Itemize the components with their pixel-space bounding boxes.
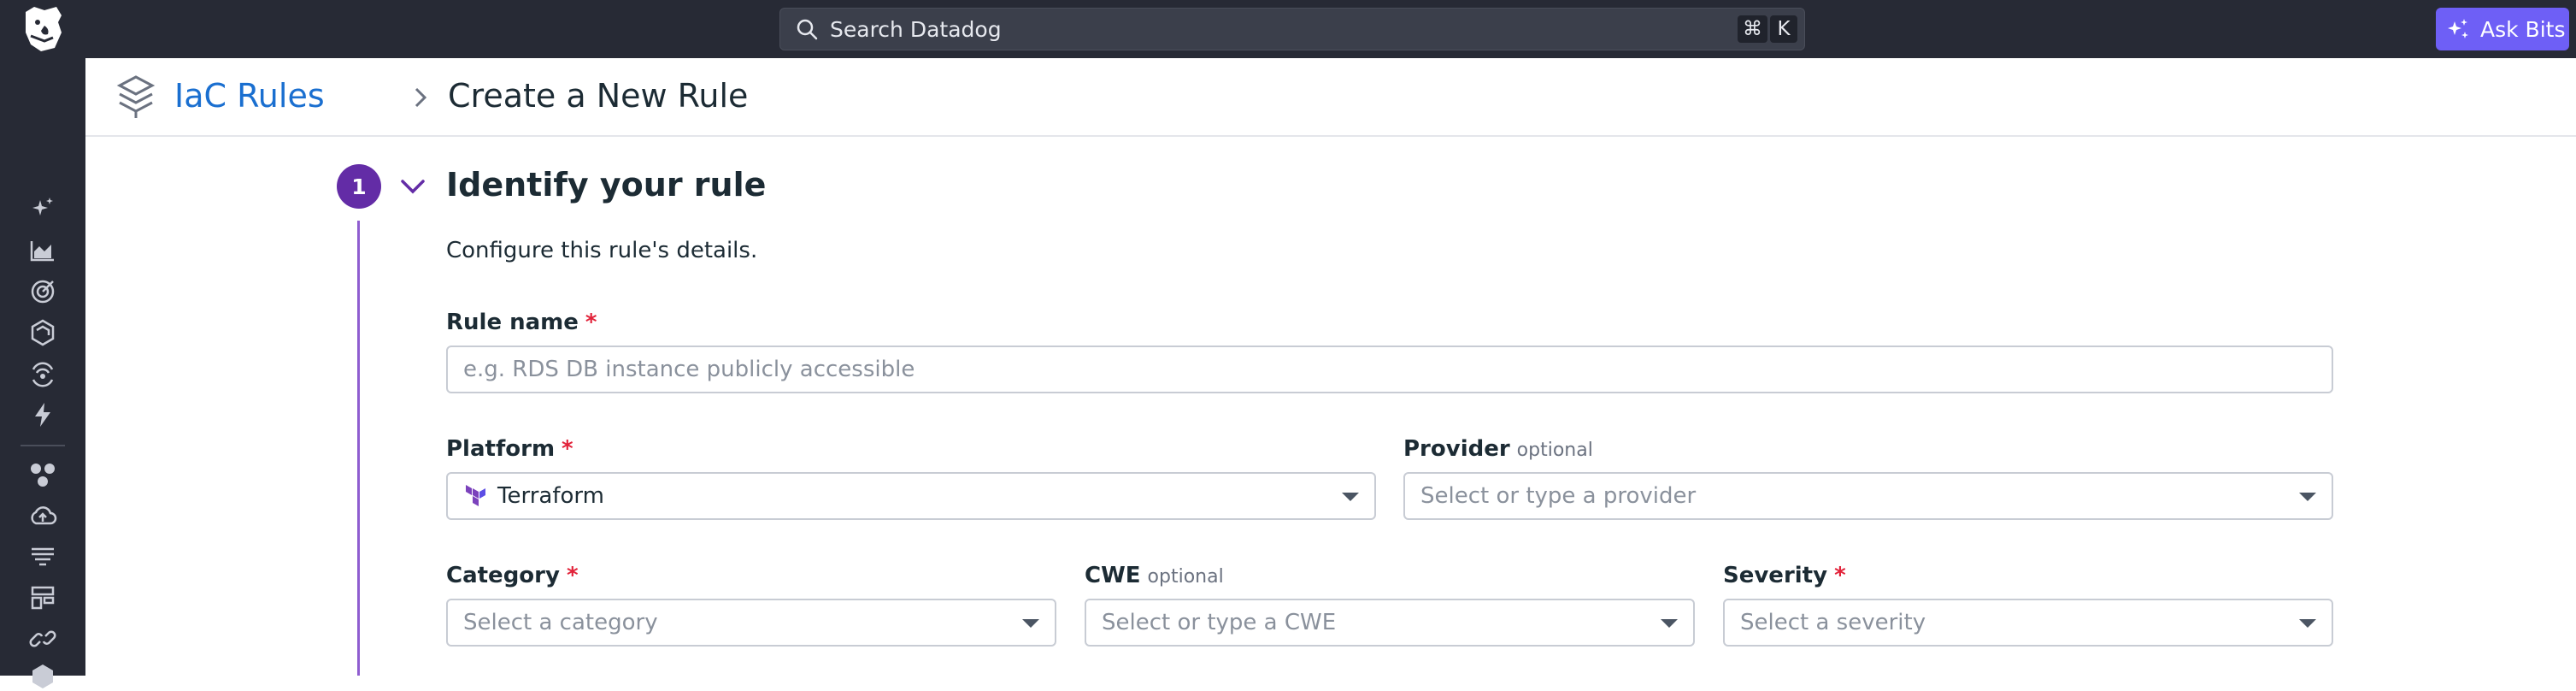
search-bar[interactable]: Search Datadog ⌘ K — [779, 8, 1805, 50]
platform-select[interactable]: Terraform — [446, 472, 1376, 520]
page-title: Create a New Rule — [448, 77, 749, 115]
category-placeholder: Select a category — [463, 610, 658, 635]
severity-placeholder: Select a severity — [1740, 610, 1926, 635]
sparkle-icon[interactable] — [28, 193, 57, 222]
step-number-badge: 1 — [337, 164, 381, 209]
terraform-icon — [466, 485, 485, 506]
shortcut-k-key: K — [1770, 15, 1797, 43]
layers-stack-icon — [116, 75, 156, 118]
bolt-icon[interactable] — [28, 400, 57, 429]
cloud-upload-icon[interactable] — [28, 501, 57, 530]
radar-icon[interactable] — [28, 359, 57, 388]
shortcut-cmd-key: ⌘ — [1738, 15, 1767, 43]
chevron-right-icon — [415, 87, 427, 108]
provider-placeholder: Select or type a provider — [1420, 483, 1697, 509]
chevron-down-icon[interactable] — [398, 174, 427, 198]
provider-select[interactable]: Select or type a provider — [1403, 472, 2333, 520]
nav-divider — [21, 445, 65, 446]
rule-name-input[interactable]: e.g. RDS DB instance publicly accessible — [446, 346, 2333, 393]
sparkle-icon — [2448, 19, 2468, 38]
link-icon[interactable] — [28, 624, 57, 653]
step-title: Identify your rule — [446, 166, 767, 204]
platform-label: Platform * — [446, 436, 573, 462]
dashboard-icon[interactable] — [28, 583, 57, 612]
target-icon[interactable] — [28, 277, 57, 306]
caret-down-icon — [1342, 493, 1359, 501]
caret-down-icon — [1661, 619, 1678, 628]
services-icon[interactable] — [28, 460, 57, 489]
severity-label: Severity * — [1723, 563, 1846, 588]
platform-value: Terraform — [497, 483, 604, 509]
search-placeholder: Search Datadog — [830, 16, 1002, 42]
filter-list-icon[interactable] — [28, 542, 57, 571]
step-description: Configure this rule's details. — [446, 238, 758, 263]
rule-name-placeholder: e.g. RDS DB instance publicly accessible — [463, 357, 915, 382]
page-header: IaC Rules Create a New Rule — [85, 58, 2576, 137]
cwe-placeholder: Select or type a CWE — [1102, 610, 1337, 635]
cwe-label: CWE optional — [1085, 563, 1224, 588]
search-icon — [797, 19, 818, 40]
cwe-select[interactable]: Select or type a CWE — [1085, 599, 1695, 647]
step-progress-line — [357, 221, 360, 676]
breadcrumb-iac-rules-link[interactable]: IaC Rules — [174, 77, 325, 115]
severity-select[interactable]: Select a severity — [1723, 599, 2333, 647]
caret-down-icon — [2299, 493, 2316, 501]
ask-bits-label: Ask Bits — [2480, 16, 2566, 42]
caret-down-icon — [1022, 619, 1039, 628]
rule-name-label: Rule name * — [446, 310, 597, 335]
category-select[interactable]: Select a category — [446, 599, 1056, 647]
caret-down-icon — [2299, 619, 2316, 628]
provider-label: Provider optional — [1403, 436, 1593, 462]
left-nav — [0, 58, 85, 688]
hexagon-icon[interactable] — [28, 662, 57, 691]
datadog-logo-icon[interactable] — [19, 3, 67, 55]
hexagon-icon[interactable] — [28, 318, 57, 347]
category-label: Category * — [446, 563, 579, 588]
top-bar: Search Datadog ⌘ K Ask Bits — [0, 0, 2576, 58]
chart-area-icon[interactable] — [28, 236, 57, 265]
ask-bits-button[interactable]: Ask Bits — [2436, 8, 2569, 50]
